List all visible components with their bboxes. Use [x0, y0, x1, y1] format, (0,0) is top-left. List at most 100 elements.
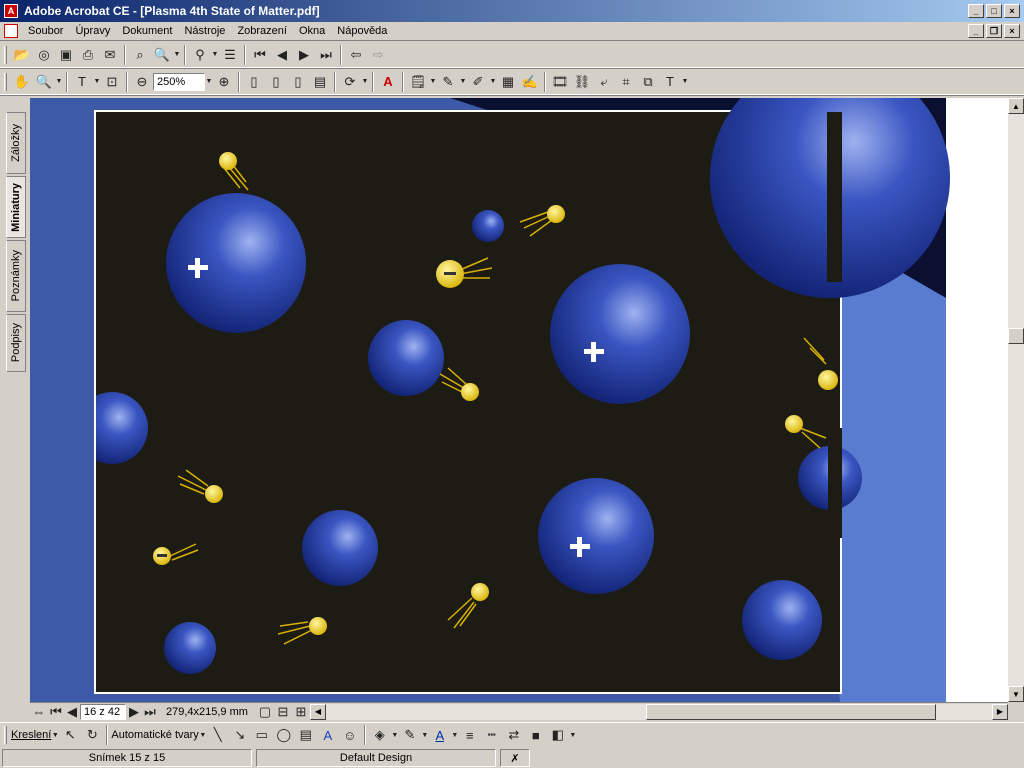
menu-document[interactable]: Dokument: [116, 25, 178, 37]
email-icon[interactable]: ✉: [99, 44, 121, 66]
actual-size-icon[interactable]: ▯: [243, 71, 265, 93]
vertical-scrollbar[interactable]: ▲ ▼: [1008, 98, 1024, 702]
select-arrow-icon[interactable]: ↖: [59, 724, 81, 746]
horizontal-scroll-track[interactable]: [325, 703, 992, 720]
doc-close-button[interactable]: ×: [1004, 24, 1020, 38]
hscroll-right-icon[interactable]: ▶: [992, 703, 1008, 720]
fill-color-icon[interactable]: ◈: [369, 724, 391, 746]
movie-tool-icon[interactable]: 🎞: [549, 71, 571, 93]
tab-signatures[interactable]: Podpisy: [6, 314, 26, 372]
touchup-dropdown-icon[interactable]: ▼: [681, 71, 689, 93]
menu-view[interactable]: Zobrazení: [231, 25, 293, 37]
draw-dropdown-icon[interactable]: ▼: [51, 724, 59, 746]
tab-comments[interactable]: Poznámky: [6, 240, 26, 312]
continuous-page-icon[interactable]: ⊟: [274, 701, 292, 723]
pencil-tool-icon[interactable]: ✎: [437, 71, 459, 93]
note-tool-icon[interactable]: 🗒: [407, 71, 429, 93]
document-icon[interactable]: [4, 24, 18, 38]
next-page-icon[interactable]: ▶: [293, 44, 315, 66]
line-color-icon[interactable]: ✎: [399, 724, 421, 746]
oval-icon[interactable]: ◯: [273, 724, 295, 746]
scroll-down-icon[interactable]: ▼: [1008, 686, 1024, 702]
menu-tools[interactable]: Nástroje: [178, 25, 231, 37]
scroll-thumb[interactable]: [1008, 328, 1024, 344]
dash-style-icon[interactable]: ┅: [481, 724, 503, 746]
doc-restore-button[interactable]: ❐: [986, 24, 1002, 38]
find-icon[interactable]: ⌕: [129, 44, 151, 66]
text-select-icon[interactable]: T: [71, 71, 93, 93]
go-back-icon[interactable]: ⇦: [345, 44, 367, 66]
text-select-dropdown-icon[interactable]: ▼: [93, 71, 101, 93]
rotate-dropdown-icon[interactable]: ▼: [361, 71, 369, 93]
article-tool-icon[interactable]: ⤶: [593, 71, 615, 93]
doc-minimize-button[interactable]: _: [968, 24, 984, 38]
highlight-tool-icon[interactable]: ✐: [467, 71, 489, 93]
acrobat-app-icon[interactable]: A: [4, 4, 18, 18]
menu-edit[interactable]: Úpravy: [69, 25, 116, 37]
note-dropdown-icon[interactable]: ▼: [429, 71, 437, 93]
arrow-style-icon[interactable]: ⇄: [503, 724, 525, 746]
sign-tool-icon[interactable]: ✍: [519, 71, 541, 93]
pencil-dropdown-icon[interactable]: ▼: [459, 71, 467, 93]
nav-prev-icon[interactable]: ◀: [64, 701, 80, 723]
zoom-out-icon[interactable]: ⊖: [131, 71, 153, 93]
browse-icon[interactable]: ◎: [33, 44, 55, 66]
3d-dropdown-icon[interactable]: ▼: [569, 724, 577, 746]
reflow-icon[interactable]: ▤: [309, 71, 331, 93]
page-number-field[interactable]: 16 z 42: [80, 703, 126, 720]
fill-color-dropdown-icon[interactable]: ▼: [391, 724, 399, 746]
open-icon[interactable]: 📂: [11, 44, 33, 66]
font-color-dropdown-icon[interactable]: ▼: [451, 724, 459, 746]
rotate-view-icon[interactable]: ⟳: [339, 71, 361, 93]
draw-menu-label[interactable]: Kreslení: [11, 729, 51, 741]
wordart-icon[interactable]: A: [317, 724, 339, 746]
textbox-icon[interactable]: ▤: [295, 724, 317, 746]
review-dropdown-icon[interactable]: ▼: [211, 44, 219, 66]
nav-toggle-icon[interactable]: ⇔: [30, 701, 48, 723]
fit-width-icon[interactable]: ▯: [287, 71, 309, 93]
touchup-text-icon[interactable]: T: [659, 71, 681, 93]
arrow-icon[interactable]: ↘: [229, 724, 251, 746]
adobe-logo-icon[interactable]: A: [377, 71, 399, 93]
search-dropdown-icon[interactable]: ▼: [173, 44, 181, 66]
line-icon[interactable]: ╲: [207, 724, 229, 746]
first-page-icon[interactable]: ⏮: [249, 44, 271, 66]
hscroll-thumb[interactable]: [645, 703, 936, 720]
close-button[interactable]: ×: [1004, 4, 1020, 18]
snapshot-icon[interactable]: ⊡: [101, 71, 123, 93]
single-page-icon[interactable]: ▢: [256, 701, 274, 723]
nav-first-icon[interactable]: ⏮: [48, 701, 64, 723]
rectangle-icon[interactable]: ▭: [251, 724, 273, 746]
menu-help[interactable]: Nápověda: [331, 25, 393, 37]
link-tool-icon[interactable]: ⛓: [571, 71, 593, 93]
print-icon[interactable]: ⎙: [77, 44, 99, 66]
line-style-icon[interactable]: ≡: [459, 724, 481, 746]
crop-tool-icon[interactable]: ⌗: [615, 71, 637, 93]
autoshapes-label[interactable]: Automatické tvary: [111, 729, 198, 741]
hand-tool-icon[interactable]: ✋: [11, 71, 33, 93]
tab-thumbnails[interactable]: Miniatury: [6, 176, 26, 238]
autoshapes-dropdown-icon[interactable]: ▼: [199, 724, 207, 746]
zoom-in-icon[interactable]: ⊕: [213, 71, 235, 93]
zoom-dropdown-icon[interactable]: ▼: [205, 71, 213, 93]
go-forward-icon[interactable]: ⇨: [367, 44, 389, 66]
clipart-icon[interactable]: ☺: [339, 724, 361, 746]
zoom-input[interactable]: 250%: [153, 72, 205, 91]
save-icon[interactable]: ▣: [55, 44, 77, 66]
menu-file[interactable]: Soubor: [22, 25, 69, 37]
maximize-button[interactable]: □: [986, 4, 1002, 18]
form-tool-icon[interactable]: ▦: [497, 71, 519, 93]
highlight-dropdown-icon[interactable]: ▼: [489, 71, 497, 93]
free-rotate-icon[interactable]: ↻: [81, 724, 103, 746]
touchup-object-icon[interactable]: ⧉: [637, 71, 659, 93]
menu-window[interactable]: Okna: [293, 25, 331, 37]
nav-last-icon[interactable]: ⏭: [142, 701, 158, 723]
previous-page-icon[interactable]: ◀: [271, 44, 293, 66]
review-icon[interactable]: ⚲: [189, 44, 211, 66]
facing-pages-icon[interactable]: ⊞: [292, 701, 310, 723]
scroll-up-icon[interactable]: ▲: [1008, 98, 1024, 114]
shadow-icon[interactable]: ■: [525, 724, 547, 746]
document-viewport[interactable]: [30, 98, 1008, 702]
tab-bookmarks[interactable]: Záložky: [6, 112, 26, 174]
search-icon[interactable]: 🔍: [151, 44, 173, 66]
